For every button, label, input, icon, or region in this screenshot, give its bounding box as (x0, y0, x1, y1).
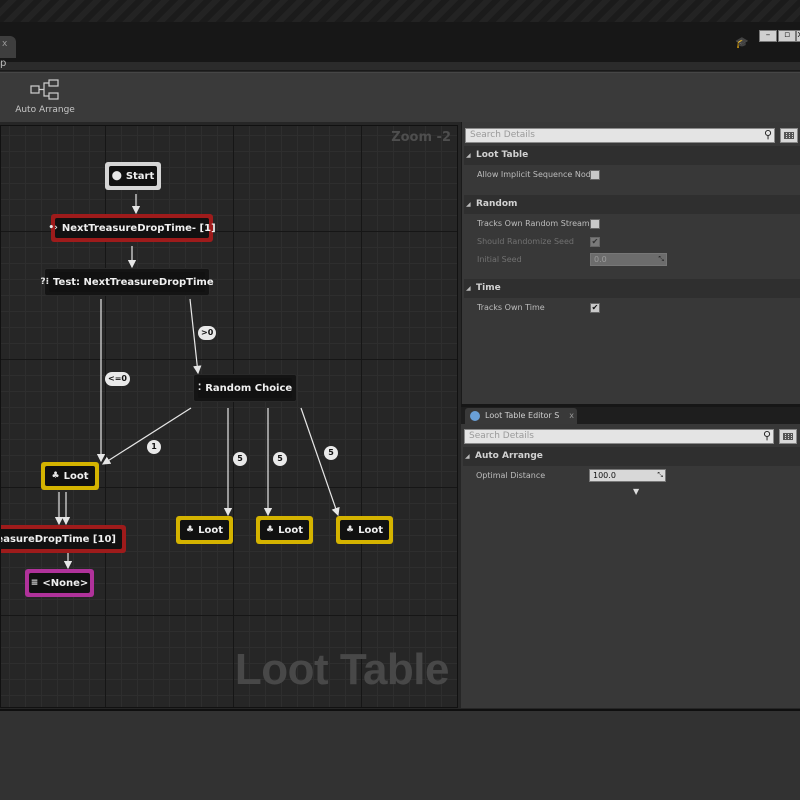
set-time-10-node[interactable]: NextTreasureDropTime [10] (1, 525, 126, 553)
test-node[interactable]: ?⁝ Test: NextTreasureDropTime (40, 268, 214, 296)
auto-arrange-icon (30, 79, 59, 100)
test-icon: ?⁝ (40, 277, 50, 287)
property-tracks-own-time: Tracks Own Time ✔ (477, 303, 600, 313)
menu-bar (0, 62, 800, 71)
tab-row (0, 22, 800, 62)
settings-tab-icon (470, 411, 480, 421)
property-allow-implicit-sequence: Allow Implicit Sequence Node (464, 166, 800, 183)
property-should-randomize-seed: Should Randomize Seed ✔ (477, 237, 600, 247)
edge-label-weight: 5 (233, 452, 247, 466)
start-icon: ⬤ (111, 171, 122, 181)
details-panel: Search Details ⚲ Loot Table Allow Implic… (461, 122, 800, 406)
loot-icon: ♣ (51, 471, 60, 481)
auto-arrange-label: Auto Arrange (15, 105, 75, 115)
close-window-button[interactable]: x (796, 30, 800, 42)
loot-node[interactable]: ♣ Loot (176, 516, 233, 544)
edge-label-gt0: >0 (198, 326, 217, 340)
search-input[interactable]: Search Details (464, 429, 774, 444)
drag-handle-icon: ⤡ (658, 255, 664, 263)
advanced-expand-icon[interactable]: ▼ (633, 487, 639, 496)
random-choice-node[interactable]: ⁚ Random Choice (193, 374, 297, 402)
tracks-random-checkbox[interactable] (590, 219, 600, 229)
category-random[interactable]: Random (464, 195, 800, 214)
loot-node[interactable]: ♣ Loot (336, 516, 393, 544)
set-variable-icon: •› (48, 223, 58, 233)
search-input[interactable]: Search Details (465, 128, 775, 143)
bottom-area (0, 709, 800, 800)
edge-label-weight: 5 (273, 452, 287, 466)
category-loot-table[interactable]: Loot Table (464, 146, 800, 165)
search-icon[interactable]: ⚲ (764, 128, 772, 141)
should-randomize-checkbox: ✔ (590, 237, 600, 247)
title-bar (0, 0, 800, 22)
graph-watermark: Loot Table (234, 645, 450, 694)
editor-settings-panel: Loot Table Editor S x Search Details ⚲ A… (461, 407, 800, 708)
wire-random-to-loot4 (300, 407, 340, 517)
category-auto-arrange[interactable]: Auto Arrange (463, 447, 800, 466)
loot-icon: ♣ (186, 525, 195, 535)
edge-label-weight: 5 (324, 446, 338, 460)
set-time-node[interactable]: •› NextTreasureDropTime- [1] (48, 214, 216, 242)
sequence-icon: ≡ (30, 578, 39, 588)
editor-tab-bar: Loot Table Editor S x (461, 407, 800, 424)
start-node[interactable]: ⬤ Start (105, 162, 161, 190)
search-icon[interactable]: ⚲ (763, 429, 771, 442)
editor-search-row: Search Details ⚲ (464, 429, 797, 445)
minimize-button[interactable]: – (759, 30, 777, 42)
maximize-button[interactable]: ▫ (778, 30, 796, 42)
edge-label-le0: <=0 (105, 372, 130, 386)
menu-item-help[interactable]: p (0, 58, 6, 69)
property-optimal-distance: Optimal Distance 100.0 ⤡ (463, 467, 800, 484)
view-options-button[interactable] (779, 429, 797, 444)
loot-icon: ♣ (346, 525, 355, 535)
category-time[interactable]: Time (464, 279, 800, 298)
edge-label-weight: 1 (147, 440, 161, 454)
drag-handle-icon: ⤡ (657, 471, 663, 479)
optimal-distance-field[interactable]: 100.0 ⤡ (589, 469, 666, 482)
graph-canvas[interactable]: Zoom -2 ⬤ Start •› NextTreasureDropTime- [… (0, 125, 458, 708)
tab-loot-table-editor-settings[interactable]: Loot Table Editor S x (465, 408, 577, 424)
close-tab-icon[interactable]: x (569, 408, 574, 424)
details-search-row: Search Details ⚲ (465, 128, 798, 144)
document-tab[interactable]: x (0, 36, 16, 58)
graduation-cap-icon[interactable]: 🎓 (735, 36, 751, 50)
initial-seed-field: 0.0 ⤡ (590, 253, 667, 266)
loot-node[interactable]: ♣ Loot (41, 462, 99, 490)
auto-arrange-button[interactable]: Auto Arrange (14, 77, 76, 119)
property-initial-seed: Initial Seed 0.0 ⤡ (464, 251, 800, 268)
view-options-button[interactable] (780, 128, 798, 143)
wire-test-gt0 (189, 298, 202, 375)
close-tab-icon[interactable]: x (2, 39, 7, 49)
allow-implicit-checkbox[interactable] (590, 170, 600, 180)
loot-icon: ♣ (266, 525, 275, 535)
none-node[interactable]: ≡ <None> (25, 569, 94, 597)
wire-random-to-loot1 (101, 407, 192, 465)
loot-node[interactable]: ♣ Loot (256, 516, 313, 544)
toolbar: Auto Arrange (0, 72, 800, 122)
property-tracks-own-random-stream: Tracks Own Random Stream (464, 215, 800, 232)
tracks-time-checkbox[interactable]: ✔ (590, 303, 600, 313)
random-icon: ⁚ (197, 383, 202, 393)
